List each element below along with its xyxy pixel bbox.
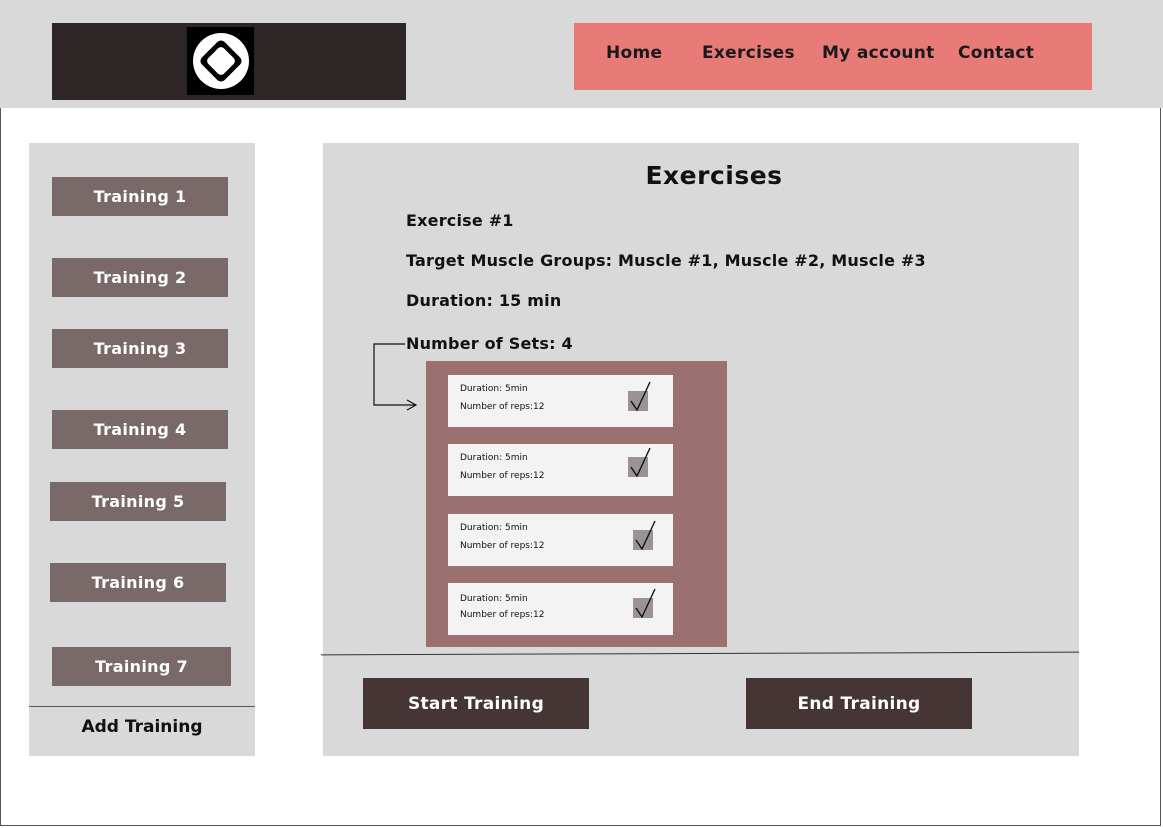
sidebar-item-training-1[interactable]: Training 1 [52, 177, 228, 216]
training-sidebar: Training 1 Training 2 Training 3 Trainin… [29, 143, 255, 756]
set-card[interactable]: Duration: 5min Number of reps:12 [448, 514, 673, 566]
nav-contact[interactable]: Contact [958, 43, 1034, 63]
set-duration: Duration: 5min [460, 453, 528, 463]
set-reps: Number of reps:12 [460, 471, 545, 481]
check-icon [630, 381, 651, 412]
main-nav: Home Exercises My account Contact [574, 23, 1092, 90]
set-duration: Duration: 5min [460, 384, 528, 394]
nav-home[interactable]: Home [606, 43, 662, 63]
sidebar-item-training-5[interactable]: Training 5 [50, 482, 226, 521]
logo-block [52, 23, 406, 100]
add-training-button[interactable]: Add Training [29, 717, 255, 737]
check-icon [635, 588, 656, 619]
actions-divider [321, 651, 1079, 656]
set-reps: Number of reps:12 [460, 610, 545, 620]
sidebar-item-training-4[interactable]: Training 4 [52, 410, 228, 449]
logo[interactable] [187, 27, 254, 95]
set-checkbox[interactable] [633, 588, 656, 619]
set-card[interactable]: Duration: 5min Number of reps:12 [448, 444, 673, 496]
set-checkbox[interactable] [628, 381, 651, 412]
sets-list: Duration: 5min Number of reps:12 Duratio… [426, 361, 727, 647]
sidebar-item-training-2[interactable]: Training 2 [52, 258, 228, 297]
set-reps: Number of reps:12 [460, 402, 545, 412]
check-icon [630, 447, 651, 478]
end-training-button[interactable]: End Training [746, 678, 972, 729]
check-icon [635, 520, 656, 551]
sidebar-divider [29, 706, 255, 707]
sidebar-item-training-3[interactable]: Training 3 [52, 329, 228, 368]
nav-my-account[interactable]: My account [822, 43, 935, 63]
set-card[interactable]: Duration: 5min Number of reps:12 [448, 375, 673, 427]
nav-exercises[interactable]: Exercises [702, 43, 795, 63]
set-checkbox[interactable] [628, 447, 651, 478]
sidebar-item-training-7[interactable]: Training 7 [52, 647, 231, 686]
page-title: Exercises [645, 161, 783, 190]
set-card[interactable]: Duration: 5min Number of reps:12 [448, 583, 673, 635]
header: Home Exercises My account Contact [0, 0, 1163, 108]
sets-connector-arrow-icon [373, 343, 418, 411]
set-reps: Number of reps:12 [460, 541, 545, 551]
sidebar-item-training-6[interactable]: Training 6 [50, 563, 226, 602]
set-duration: Duration: 5min [460, 523, 528, 533]
set-duration: Duration: 5min [460, 594, 528, 604]
exercise-panel: Exercises Exercise #1 Target Muscle Grou… [321, 143, 1079, 756]
start-training-button[interactable]: Start Training [363, 678, 589, 729]
diamond-logo-icon [192, 33, 249, 89]
set-checkbox[interactable] [633, 520, 656, 551]
target-muscle-groups: Target Muscle Groups: Muscle #1, Muscle … [406, 251, 926, 270]
